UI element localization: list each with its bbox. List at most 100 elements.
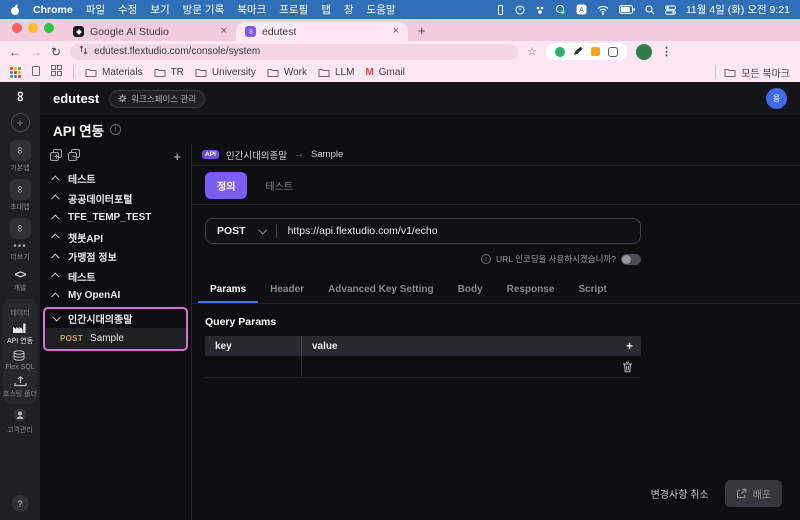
input-source-icon[interactable]: A bbox=[576, 4, 587, 15]
tree-group[interactable]: 공공데이터포털 bbox=[40, 189, 191, 209]
add-app-button[interactable]: + bbox=[10, 113, 30, 132]
add-api-group-button[interactable]: + bbox=[173, 150, 181, 163]
nav-api-integration[interactable]: API 연동 bbox=[7, 322, 33, 346]
profile-avatar[interactable] bbox=[635, 43, 652, 60]
reload-icon[interactable]: ↻ bbox=[51, 46, 61, 58]
shield-check-icon[interactable] bbox=[555, 4, 566, 15]
tab-script[interactable]: Script bbox=[566, 277, 618, 303]
workspace-manage-button[interactable]: 워크스페이스 관리 bbox=[109, 89, 206, 108]
chrome-menu-icon[interactable]: ⋮ bbox=[661, 45, 672, 58]
forward-icon[interactable]: → bbox=[30, 46, 42, 58]
menu-item-view[interactable]: 보기 bbox=[150, 2, 169, 17]
tree-group[interactable]: 챗봇API bbox=[40, 228, 191, 248]
all-bookmarks-button[interactable]: 모든 북마크 bbox=[724, 65, 790, 80]
tab-test[interactable]: 테스트 bbox=[265, 178, 293, 193]
tree-group-expanded[interactable]: 인간시대의종말 bbox=[45, 309, 186, 328]
tab-params[interactable]: Params bbox=[198, 277, 259, 303]
bookmark-folder-materials[interactable]: Materials bbox=[85, 67, 143, 78]
zoom-window-button[interactable] bbox=[44, 22, 54, 33]
extension-green-icon[interactable] bbox=[554, 46, 565, 57]
collapse-all-icon[interactable] bbox=[68, 148, 80, 166]
breadcrumb-group[interactable]: 인간시대의종말 bbox=[226, 148, 287, 162]
request-url-bar: POST https://api.flextudio.com/v1/echo bbox=[205, 218, 641, 244]
delete-row-button[interactable] bbox=[614, 361, 641, 373]
tree-group[interactable]: 테스트 bbox=[40, 169, 191, 189]
tab-groups-icon[interactable] bbox=[51, 65, 62, 79]
discard-changes-button[interactable]: 변경사항 취소 bbox=[651, 486, 709, 501]
tab-response[interactable]: Response bbox=[495, 277, 567, 303]
shortcut-icon[interactable] bbox=[32, 65, 40, 79]
apps-grid-icon[interactable] bbox=[10, 66, 21, 78]
tree-group[interactable]: 테스트 bbox=[40, 267, 191, 287]
request-url-input[interactable]: https://api.flextudio.com/v1/echo bbox=[277, 225, 438, 237]
tab-google-ai-studio[interactable]: Google AI Studio × bbox=[64, 22, 236, 41]
table-row bbox=[205, 356, 641, 378]
url-encoding-toggle[interactable] bbox=[621, 253, 641, 265]
expand-all-icon[interactable] bbox=[50, 148, 62, 166]
breadcrumb-item[interactable]: Sample bbox=[311, 149, 343, 160]
tab-header[interactable]: Header bbox=[258, 277, 316, 303]
add-param-button[interactable]: + bbox=[618, 339, 641, 353]
dev-code-icon[interactable]: <> bbox=[15, 269, 27, 281]
display-icon[interactable] bbox=[496, 4, 505, 15]
bookmark-folder-tr[interactable]: TR bbox=[154, 67, 184, 78]
tab-edutest[interactable]: ∞ edutest × bbox=[236, 22, 408, 41]
close-window-button[interactable] bbox=[12, 22, 22, 33]
new-tab-button[interactable]: + bbox=[408, 23, 436, 41]
nav-customer-management[interactable]: 고객관리 bbox=[7, 408, 33, 435]
more-icon[interactable]: ••• bbox=[13, 242, 27, 252]
search-icon[interactable] bbox=[645, 4, 655, 15]
info-icon[interactable]: i bbox=[110, 124, 122, 135]
timer-icon[interactable] bbox=[515, 5, 525, 15]
battery-icon[interactable] bbox=[618, 5, 635, 14]
window-controls bbox=[6, 19, 64, 41]
bookmark-folder-work[interactable]: Work bbox=[267, 67, 307, 78]
menu-item-bookmarks[interactable]: 북마크 bbox=[237, 2, 266, 17]
tab-advanced-key-setting[interactable]: Advanced Key Setting bbox=[316, 277, 446, 303]
site-settings-icon[interactable] bbox=[79, 45, 88, 58]
menu-item-history[interactable]: 방문 기록 bbox=[183, 2, 225, 17]
tab-body[interactable]: Body bbox=[446, 277, 495, 303]
value-input[interactable] bbox=[301, 356, 614, 377]
menu-bar-clock[interactable]: 11월 4일 (화) 오전 9:21 bbox=[686, 2, 790, 17]
nav-data[interactable]: 데이터 bbox=[10, 306, 29, 318]
control-center-icon[interactable] bbox=[664, 5, 676, 15]
menu-app-name[interactable]: Chrome bbox=[33, 4, 73, 16]
back-icon[interactable]: ← bbox=[9, 46, 21, 58]
apple-icon[interactable] bbox=[10, 4, 20, 16]
wifi-icon[interactable] bbox=[597, 5, 609, 15]
menu-item-profiles[interactable]: 프로필 bbox=[279, 2, 308, 17]
method-select[interactable]: POST bbox=[206, 225, 276, 237]
deploy-button[interactable]: 배포 bbox=[724, 480, 782, 507]
bookmark-folder-llm[interactable]: LLM bbox=[318, 67, 354, 78]
menu-item-file[interactable]: 파일 bbox=[86, 2, 105, 17]
keystroke-icon[interactable] bbox=[535, 5, 545, 15]
nav-flex-sql[interactable]: Flex SQL bbox=[5, 350, 35, 371]
tree-group[interactable]: 가맹점 정보 bbox=[40, 247, 191, 267]
help-button[interactable]: ? bbox=[11, 495, 29, 512]
bookmark-star-icon[interactable]: ☆ bbox=[527, 45, 537, 58]
app-third-icon[interactable]: ∞ bbox=[9, 218, 31, 239]
user-avatar[interactable]: 용 bbox=[766, 88, 787, 109]
close-tab-icon[interactable]: × bbox=[393, 26, 399, 37]
app-basic-icon[interactable]: ∞ bbox=[9, 140, 31, 161]
extension-orange-icon[interactable] bbox=[590, 47, 600, 56]
tab-define[interactable]: 정의 bbox=[205, 171, 248, 199]
minimize-window-button[interactable] bbox=[28, 22, 38, 33]
extensions-menu-icon[interactable] bbox=[607, 46, 618, 57]
menu-item-tab[interactable]: 탭 bbox=[321, 2, 331, 17]
nav-hosting-folder[interactable]: 호스팅 폴더 bbox=[3, 375, 37, 399]
tree-item-sample[interactable]: POST Sample bbox=[45, 327, 186, 349]
extension-pen-icon[interactable] bbox=[573, 43, 583, 61]
bookmark-gmail[interactable]: M Gmail bbox=[365, 67, 404, 78]
menu-item-window[interactable]: 창 bbox=[344, 2, 354, 17]
editor-footer: 변경사항 취소 배포 bbox=[192, 480, 800, 520]
tree-group[interactable]: TFE_TEMP_TEST bbox=[40, 208, 191, 228]
bookmark-folder-university[interactable]: University bbox=[195, 67, 256, 78]
address-bar[interactable]: edutest.flextudio.com/console/system bbox=[70, 43, 519, 60]
tree-group[interactable]: My OpenAI bbox=[40, 286, 191, 306]
menu-item-help[interactable]: 도움말 bbox=[367, 2, 396, 17]
app-invite-icon[interactable]: ∞ bbox=[9, 179, 31, 200]
menu-item-edit[interactable]: 수정 bbox=[118, 2, 137, 17]
close-tab-icon[interactable]: × bbox=[221, 26, 227, 37]
